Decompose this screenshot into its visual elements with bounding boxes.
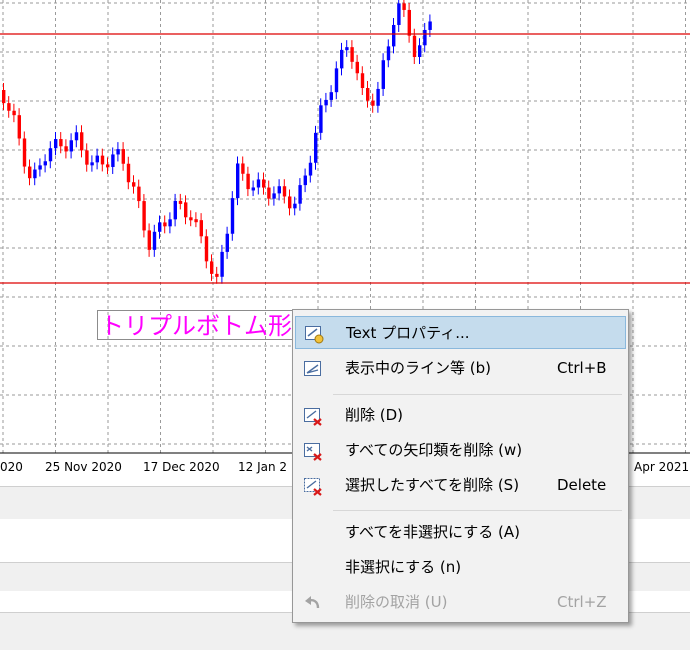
menu-item-text-properties[interactable]: Text プロパティ...: [295, 316, 626, 349]
menu-item-delete-selected[interactable]: 選択したすべてを削除 (S) Delete: [295, 469, 626, 502]
menu-item-unselect-all[interactable]: すべてを非選択にする (A): [295, 516, 626, 549]
time-label-2: 25 Nov 2020: [45, 460, 122, 474]
menu-label-delete-arrows: すべての矢印類を削除 (w): [345, 441, 523, 459]
time-label-3: 17 Dec 2020: [143, 460, 220, 474]
chart-text-object[interactable]: トリプルボトム形: [97, 310, 297, 340]
menu-label-text-properties: Text プロパティ...: [346, 324, 470, 342]
menu-item-delete-arrows[interactable]: すべての矢印類を削除 (w): [295, 434, 626, 467]
menu-label-object-list: 表示中のライン等 (b): [345, 359, 491, 377]
menu-label-delete: 削除 (D): [345, 406, 404, 424]
candlestick-series: [2, 0, 432, 284]
menu-separator: [333, 510, 622, 511]
undo-icon: [303, 593, 323, 613]
menu-label-undo-delete: 削除の取消 (U): [345, 593, 448, 611]
menu-item-delete[interactable]: 削除 (D): [295, 399, 626, 432]
menu-item-undo-delete[interactable]: 削除の取消 (U) Ctrl+Z: [295, 586, 626, 619]
menu-shortcut-delete-selected: Delete: [557, 476, 607, 494]
menu-item-object-list[interactable]: 表示中のライン等 (b) Ctrl+B: [295, 352, 626, 385]
menu-label-delete-selected: 選択したすべてを削除 (S): [345, 476, 520, 494]
time-label-4: 12 Jan 2: [238, 460, 287, 474]
delete-object-icon: [303, 406, 323, 426]
context-menu: Text プロパティ... 表示中のライン等 (b) Ctrl+B 削除 (D)…: [292, 309, 629, 623]
menu-item-unselect[interactable]: 非選択にする (n): [295, 551, 626, 584]
menu-shortcut-undo-delete: Ctrl+Z: [557, 593, 607, 611]
object-list-icon: [303, 359, 323, 379]
menu-shortcut-object-list: Ctrl+B: [557, 359, 607, 377]
delete-selected-icon: [303, 476, 323, 496]
time-label-5: Apr 2021: [634, 460, 689, 474]
delete-arrows-icon: [303, 441, 323, 461]
menu-label-unselect: 非選択にする (n): [345, 558, 462, 576]
text-properties-icon: [304, 324, 324, 344]
menu-label-unselect-all: すべてを非選択にする (A): [345, 523, 520, 541]
menu-separator: [333, 394, 622, 395]
time-label-1: 020: [0, 460, 23, 474]
